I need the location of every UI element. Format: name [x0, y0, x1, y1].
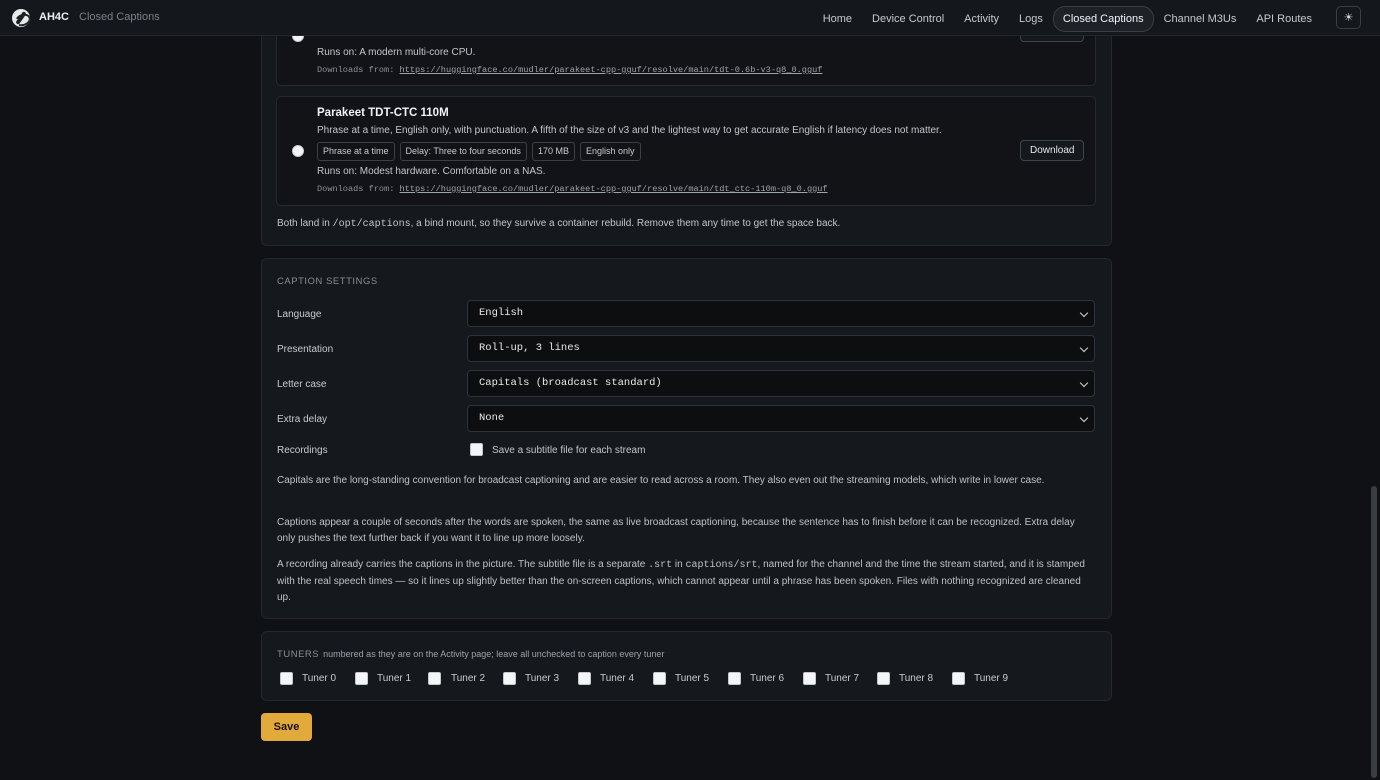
tag-delay: Delay: Three to four seconds — [399, 142, 527, 161]
recordings-help: A recording already carries the captions… — [277, 559, 1085, 603]
caption-settings-heading: CAPTION SETTINGS — [277, 275, 378, 286]
chevron-down-icon — [1079, 343, 1089, 353]
model-title: Parakeet TDT-CTC 110M — [317, 107, 449, 119]
letter-case-select[interactable]: Capitals (broadcast standard) — [467, 370, 1095, 397]
nav-device-control[interactable]: Device Control — [862, 6, 954, 32]
nav-logs[interactable]: Logs — [1009, 6, 1053, 32]
model-runs-on: Runs on: A modern multi-core CPU. — [317, 47, 476, 58]
model-downloads-from: Downloads from: https://huggingface.co/m… — [317, 65, 823, 75]
tag-phrase: Phrase at a time — [317, 142, 395, 161]
letter-case-help: Capitals are the long-standing conventio… — [277, 475, 1045, 486]
tuner-checkbox-1[interactable] — [355, 672, 368, 685]
theme-toggle-button[interactable]: ☀ — [1336, 6, 1361, 29]
tag-language: English only — [579, 142, 641, 161]
presentation-select[interactable]: Roll-up, 3 lines — [467, 335, 1095, 362]
tuner-label-5[interactable]: Tuner 5 — [675, 673, 709, 684]
nav-closed-captions[interactable]: Closed Captions — [1052, 6, 1154, 32]
tuner-label-4[interactable]: Tuner 4 — [600, 673, 634, 684]
model-downloads-from: Downloads from: https://huggingface.co/m… — [317, 184, 828, 194]
recordings-checkbox[interactable] — [470, 443, 483, 456]
tuner-label-7[interactable]: Tuner 7 — [825, 673, 859, 684]
tuner-checkbox-8[interactable] — [877, 672, 890, 685]
tuners-subheading: numbered as they are on the Activity pag… — [323, 649, 665, 659]
save-button[interactable]: Save — [261, 713, 312, 741]
language-label: Language — [277, 309, 322, 320]
delay-help: Captions appear a couple of seconds afte… — [277, 517, 1075, 544]
tuner-label-0[interactable]: Tuner 0 — [302, 673, 336, 684]
nav-api-routes[interactable]: API Routes — [1246, 6, 1322, 32]
models-storage-note: Both land in /opt/captions, a bind mount… — [277, 218, 841, 230]
tuner-label-1[interactable]: Tuner 1 — [377, 673, 411, 684]
chevron-down-icon — [1079, 413, 1089, 423]
tuner-checkbox-0[interactable] — [280, 672, 293, 685]
model-radio-tdt-ctc[interactable] — [292, 145, 304, 157]
model-tags: Phrase at a time Delay: Three to four se… — [317, 142, 641, 161]
page-scrollbar[interactable] — [1371, 486, 1377, 778]
app-brand[interactable]: AH4C — [39, 11, 69, 23]
language-select[interactable]: English — [467, 300, 1095, 327]
nav-channel-m3us[interactable]: Channel M3Us — [1154, 6, 1247, 32]
model-runs-on: Runs on: Modest hardware. Comfortable on… — [317, 166, 546, 177]
extra-delay-select[interactable]: None — [467, 405, 1095, 432]
tuner-label-9[interactable]: Tuner 9 — [974, 673, 1008, 684]
tuners-heading: TUNERS numbered as they are on the Activi… — [277, 648, 665, 659]
tag-size: 170 MB — [531, 142, 575, 161]
tuner-label-6[interactable]: Tuner 6 — [750, 673, 784, 684]
tuner-label-3[interactable]: Tuner 3 — [525, 673, 559, 684]
tuner-label-2[interactable]: Tuner 2 — [451, 673, 485, 684]
tuner-checkbox-2[interactable] — [428, 672, 441, 685]
tuners-panel — [261, 631, 1112, 701]
tuner-label-8[interactable]: Tuner 8 — [899, 673, 933, 684]
srt-extension: .srt — [648, 560, 673, 571]
tuner-checkbox-4[interactable] — [578, 672, 591, 685]
tuner-checkbox-5[interactable] — [653, 672, 666, 685]
model-download-url[interactable]: https://huggingface.co/mudler/parakeet-c… — [400, 65, 823, 75]
tuner-checkbox-6[interactable] — [728, 672, 741, 685]
recordings-label: Recordings — [277, 445, 328, 456]
model-download-url[interactable]: https://huggingface.co/mudler/parakeet-c… — [400, 184, 828, 194]
page-breadcrumb: Closed Captions — [79, 11, 160, 23]
tuner-checkbox-9[interactable] — [952, 672, 965, 685]
chevron-down-icon — [1079, 378, 1089, 388]
nav-activity[interactable]: Activity — [954, 6, 1009, 32]
model-description: Phrase at a time, English only, with pun… — [317, 125, 942, 136]
recordings-checkbox-label[interactable]: Save a subtitle file for each stream — [492, 445, 645, 456]
download-button[interactable]: Download — [1020, 140, 1085, 161]
nav-home[interactable]: Home — [813, 6, 862, 32]
tuner-checkbox-7[interactable] — [803, 672, 816, 685]
main-nav: Home Device Control Activity Logs Closed… — [813, 6, 1322, 32]
storage-path: /opt/captions — [332, 219, 411, 230]
tuner-checkbox-3[interactable] — [503, 672, 516, 685]
presentation-label: Presentation — [277, 344, 334, 355]
top-navigation-bar: AH4C Closed Captions Home Device Control… — [0, 0, 1380, 36]
letter-case-label: Letter case — [277, 379, 327, 390]
srt-folder: captions/srt — [685, 560, 758, 571]
sun-icon: ☀ — [1343, 12, 1354, 24]
app-logo-icon — [12, 9, 30, 27]
extra-delay-label: Extra delay — [277, 414, 328, 425]
chevron-down-icon — [1079, 308, 1089, 318]
